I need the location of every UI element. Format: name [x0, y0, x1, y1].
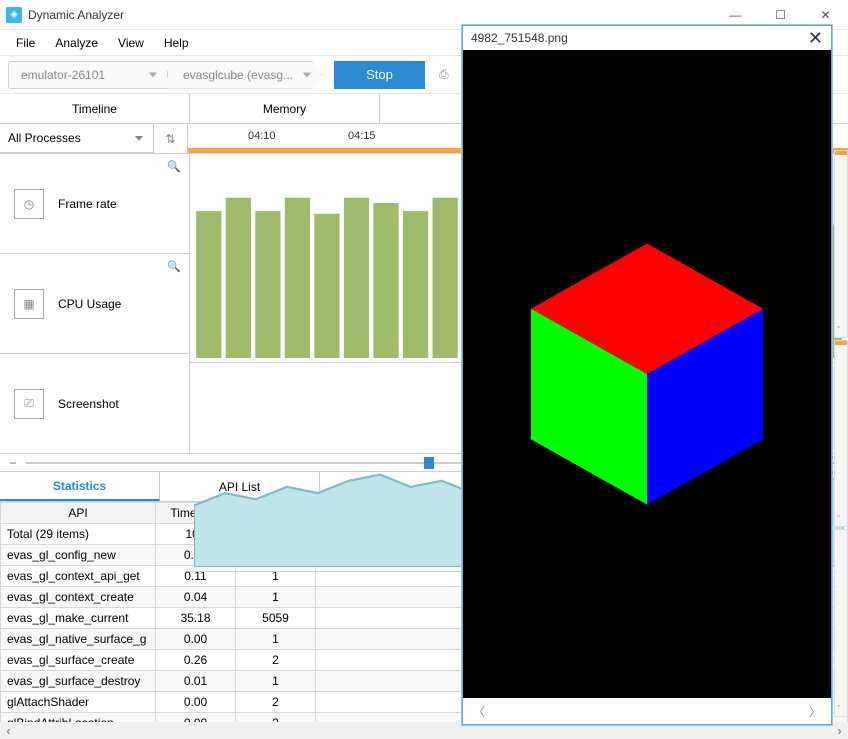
scroll-left-button[interactable]: ‹ [0, 722, 17, 739]
table-cell: 1 [236, 671, 316, 692]
minimap-seg[interactable]: ˇ [834, 529, 848, 717]
screenshot-preview-window: 4982_751548.png ✕ 〈 〉 [462, 25, 832, 725]
preview-title-bar: 4982_751548.png ✕ [463, 26, 831, 50]
table-cell: 1 [236, 629, 316, 650]
zoom-icon[interactable]: 🔍 [167, 260, 181, 273]
camera-icon: ⎚ [14, 389, 44, 419]
panel-label: CPU Usage [58, 297, 121, 311]
table-cell: evas_gl_native_surface_g [1, 629, 156, 650]
tab-memory[interactable]: Memory [190, 94, 380, 123]
process-filter-label: All Processes [8, 131, 81, 145]
process-selector-toolbar[interactable]: evasglcube (evasg... [160, 61, 322, 89]
preview-footer: 〈 〉 [463, 698, 831, 724]
chevron-down-icon [303, 72, 311, 77]
minimap-seg[interactable]: ˇ [834, 150, 848, 338]
table-cell: 0.00 [156, 692, 236, 713]
table-header[interactable]: API [1, 503, 156, 524]
panel-cpu-usage[interactable]: ▦ CPU Usage 🔍 [0, 254, 190, 354]
table-cell: 2 [236, 692, 316, 713]
device-selector[interactable]: emulator-26101 [8, 61, 168, 89]
chevron-down-icon [135, 136, 143, 141]
subtab-statistics[interactable]: Statistics [0, 472, 160, 501]
zoom-icon[interactable]: 🔍 [167, 160, 181, 173]
preview-body [463, 50, 831, 698]
table-cell: 2 [236, 713, 316, 723]
table-cell: evas_gl_make_current [1, 608, 156, 629]
zoom-out-button[interactable]: − [6, 456, 20, 470]
zoom-thumb[interactable] [424, 457, 434, 469]
menu-view[interactable]: View [108, 32, 154, 54]
menu-analyze[interactable]: Analyze [45, 32, 108, 54]
table-cell: 0.00 [156, 713, 236, 723]
menu-file[interactable]: File [6, 32, 45, 54]
process-filter[interactable]: All Processes [0, 124, 154, 153]
toolbar-icon-1[interactable]: ⎙ [431, 62, 457, 88]
preview-filename: 4982_751548.png [471, 31, 568, 45]
table-cell: evas_gl_surface_destroy [1, 671, 156, 692]
panel-screenshot[interactable]: ⎚ Screenshot [0, 354, 190, 453]
preview-prev-button[interactable]: 〈 [473, 703, 485, 720]
minimap-seg[interactable]: ˇ [834, 340, 848, 528]
table-cell: 0.26 [156, 650, 236, 671]
menu-help[interactable]: Help [154, 32, 199, 54]
table-cell: 2 [236, 650, 316, 671]
cube-render [502, 214, 792, 534]
cpu-icon: ▦ [14, 289, 44, 319]
process-label: evasglcube (evasg... [183, 68, 293, 82]
stop-button[interactable]: Stop [334, 61, 425, 89]
table-cell: evas_gl_surface_create [1, 650, 156, 671]
table-cell: 5059 [236, 608, 316, 629]
chevron-down-icon [149, 72, 157, 77]
table-cell: 1 [236, 587, 316, 608]
tab-timeline[interactable]: Timeline [0, 94, 190, 123]
table-cell: 0.04 [156, 587, 236, 608]
ruler-tick: 04:10 [248, 130, 276, 142]
sidebar-panels: ◷ Frame rate 🔍 ▦ CPU Usage 🔍 ⎚ Screensho… [0, 154, 190, 453]
table-cell: evas_gl_context_api_get [1, 566, 156, 587]
ruler-tick: 04:15 [348, 130, 376, 142]
frame-rate-icon: ◷ [14, 189, 44, 219]
table-cell: Total (29 items) [1, 524, 156, 545]
panel-frame-rate[interactable]: ◷ Frame rate 🔍 [0, 154, 190, 254]
table-cell: evas_gl_context_create [1, 587, 156, 608]
table-cell: 35.18 [156, 608, 236, 629]
table-cell: evas_gl_config_new [1, 545, 156, 566]
ruler-tool-icon[interactable]: ⇅ [154, 124, 188, 153]
window-title: Dynamic Analyzer [28, 8, 713, 22]
table-cell: 0.00 [156, 629, 236, 650]
table-cell: 0.01 [156, 671, 236, 692]
panel-label: Screenshot [58, 397, 119, 411]
right-minimap: ˇ ˇ ˇ [834, 150, 848, 719]
table-cell: glBindAttribLocation [1, 713, 156, 723]
preview-next-button[interactable]: 〉 [809, 703, 821, 720]
device-label: emulator-26101 [21, 68, 105, 82]
panel-label: Frame rate [58, 197, 117, 211]
preview-close-button[interactable]: ✕ [808, 28, 823, 49]
app-icon: ◈ [6, 7, 22, 23]
scroll-right-button[interactable]: › [831, 722, 848, 739]
table-cell: glAttachShader [1, 692, 156, 713]
